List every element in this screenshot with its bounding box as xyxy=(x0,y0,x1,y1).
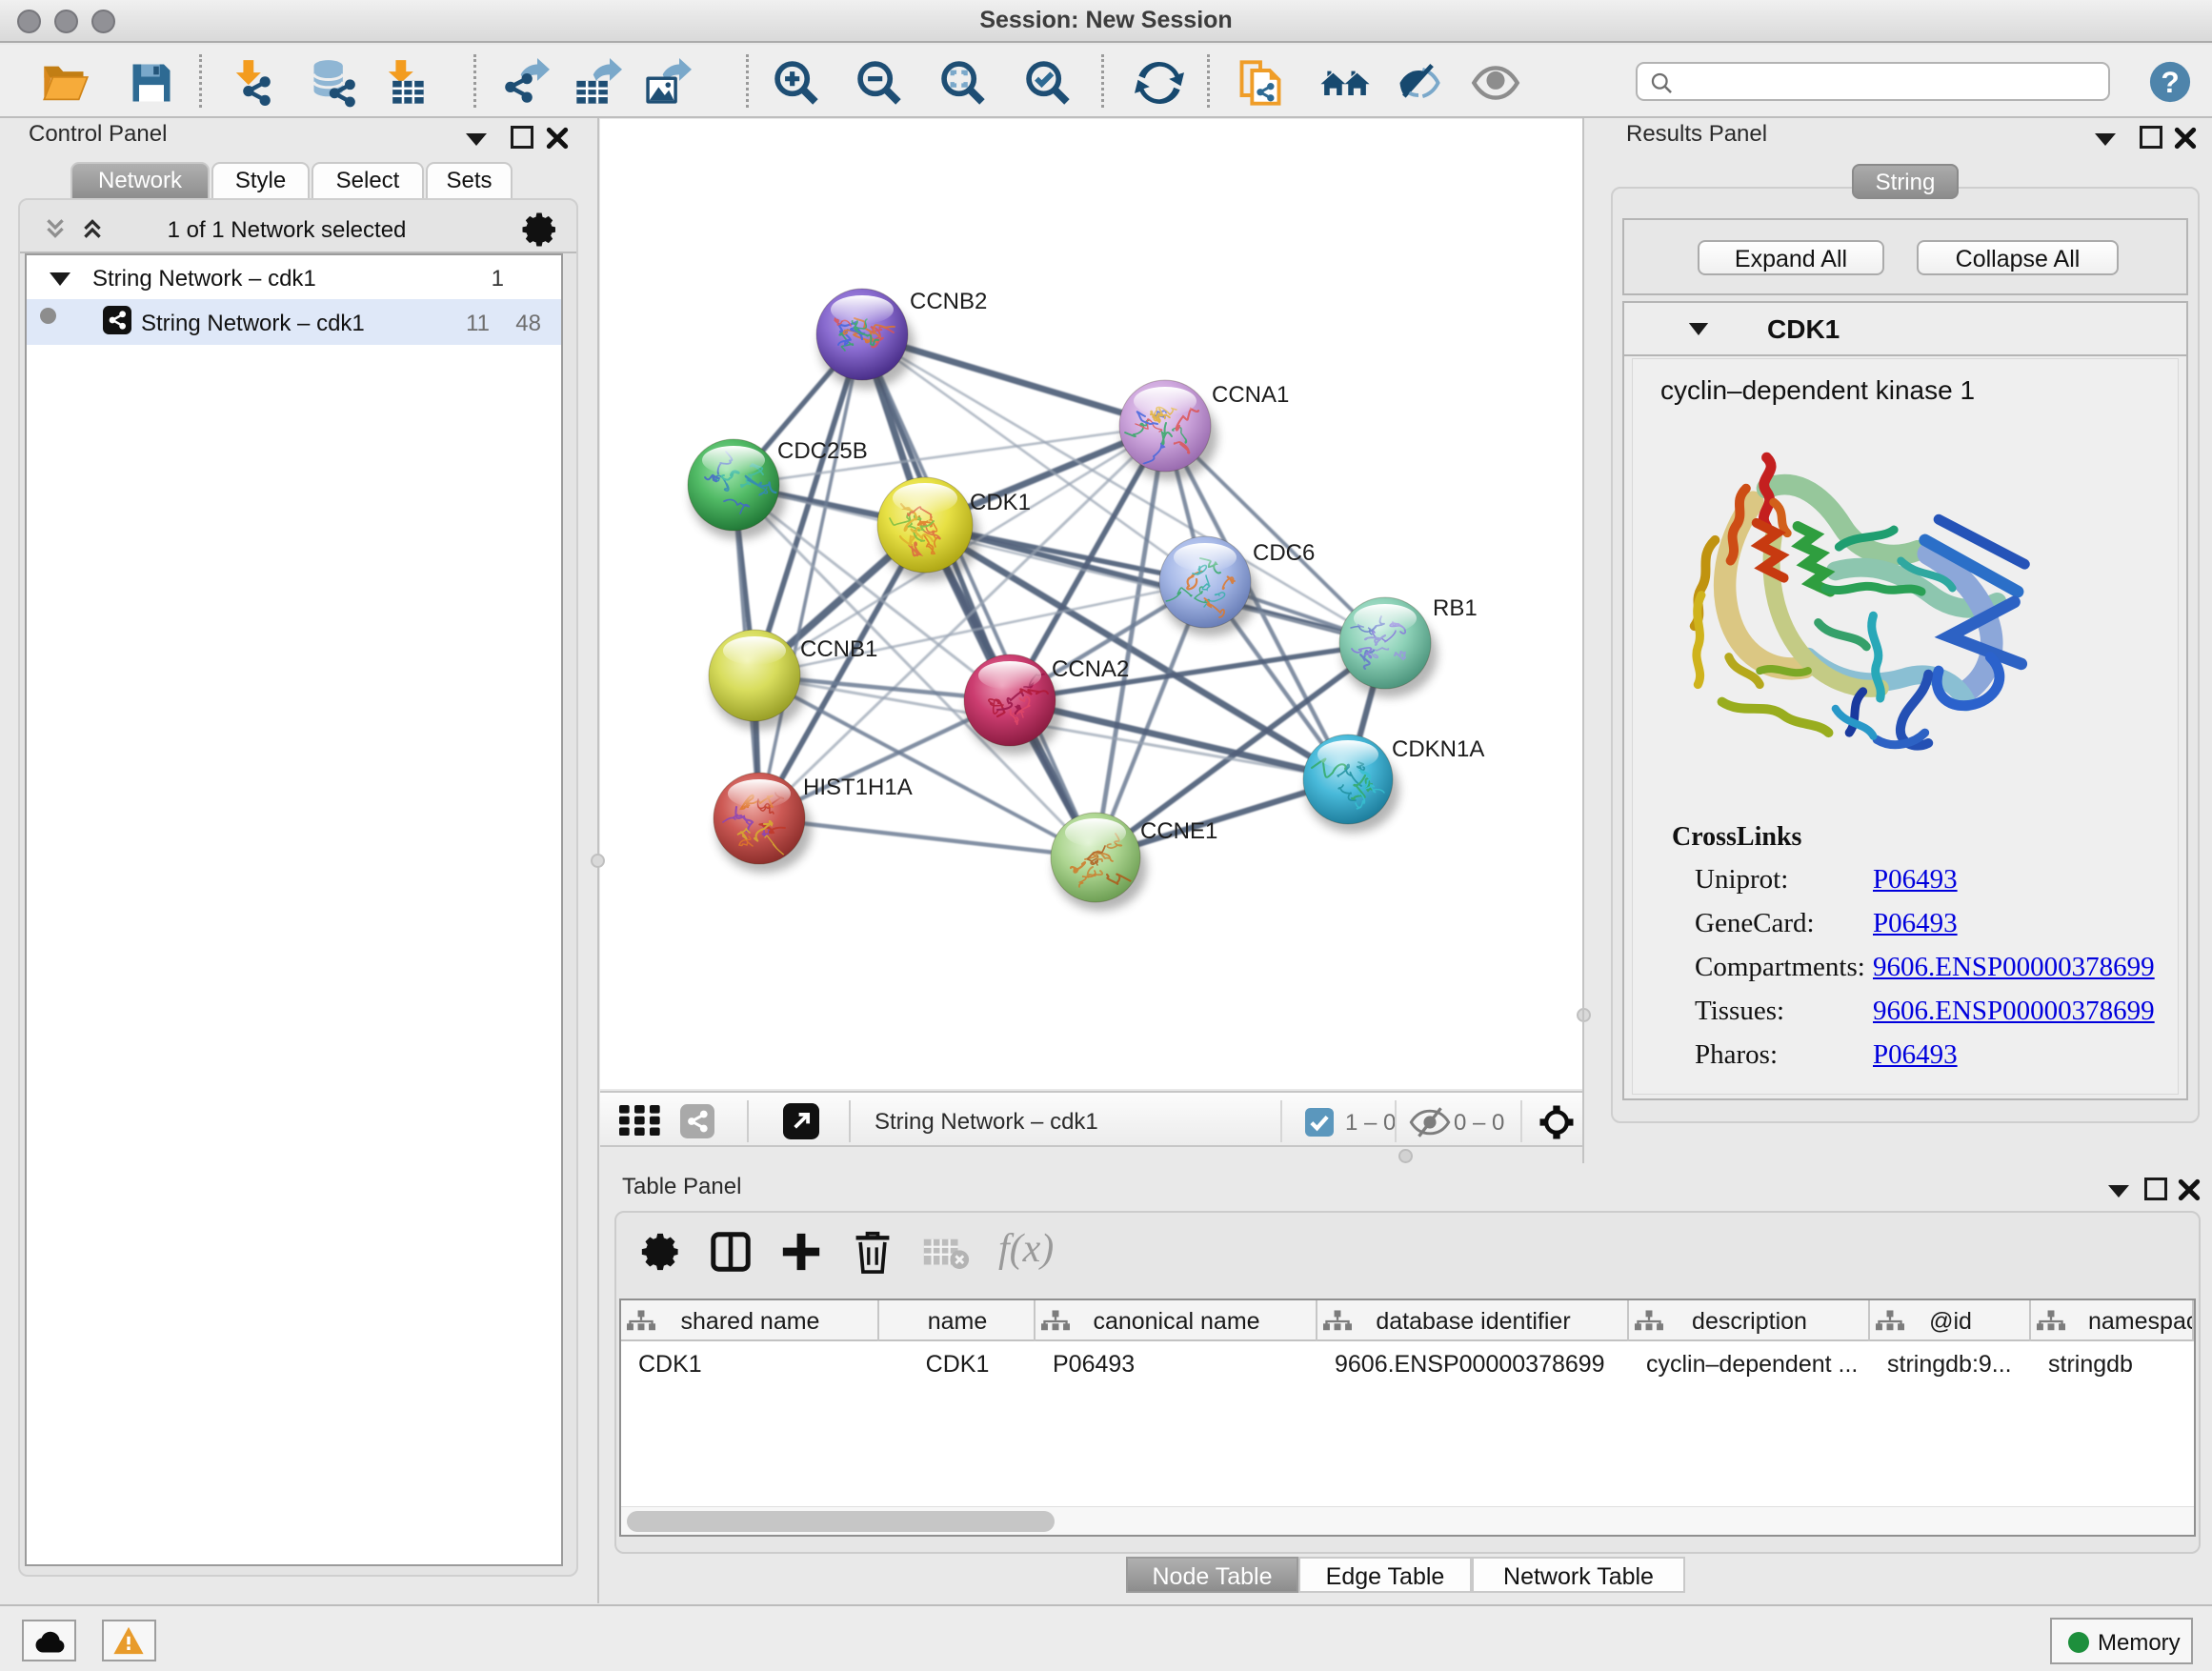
svg-text:CCNA1: CCNA1 xyxy=(1212,382,1289,408)
svg-text:CCNB1: CCNB1 xyxy=(800,636,877,662)
svg-text:CCNA2: CCNA2 xyxy=(1052,656,1129,682)
svg-text:CCNB2: CCNB2 xyxy=(910,289,987,314)
svg-text:CDC25B: CDC25B xyxy=(777,438,868,464)
svg-text:CDC6: CDC6 xyxy=(1253,540,1315,566)
svg-text:CCNE1: CCNE1 xyxy=(1140,818,1217,844)
svg-text:RB1: RB1 xyxy=(1433,595,1478,621)
svg-text:HIST1H1A: HIST1H1A xyxy=(803,775,913,800)
svg-text:?: ? xyxy=(2161,65,2179,99)
svg-text:CDKN1A: CDKN1A xyxy=(1392,736,1484,762)
svg-text:CDK1: CDK1 xyxy=(970,490,1031,515)
